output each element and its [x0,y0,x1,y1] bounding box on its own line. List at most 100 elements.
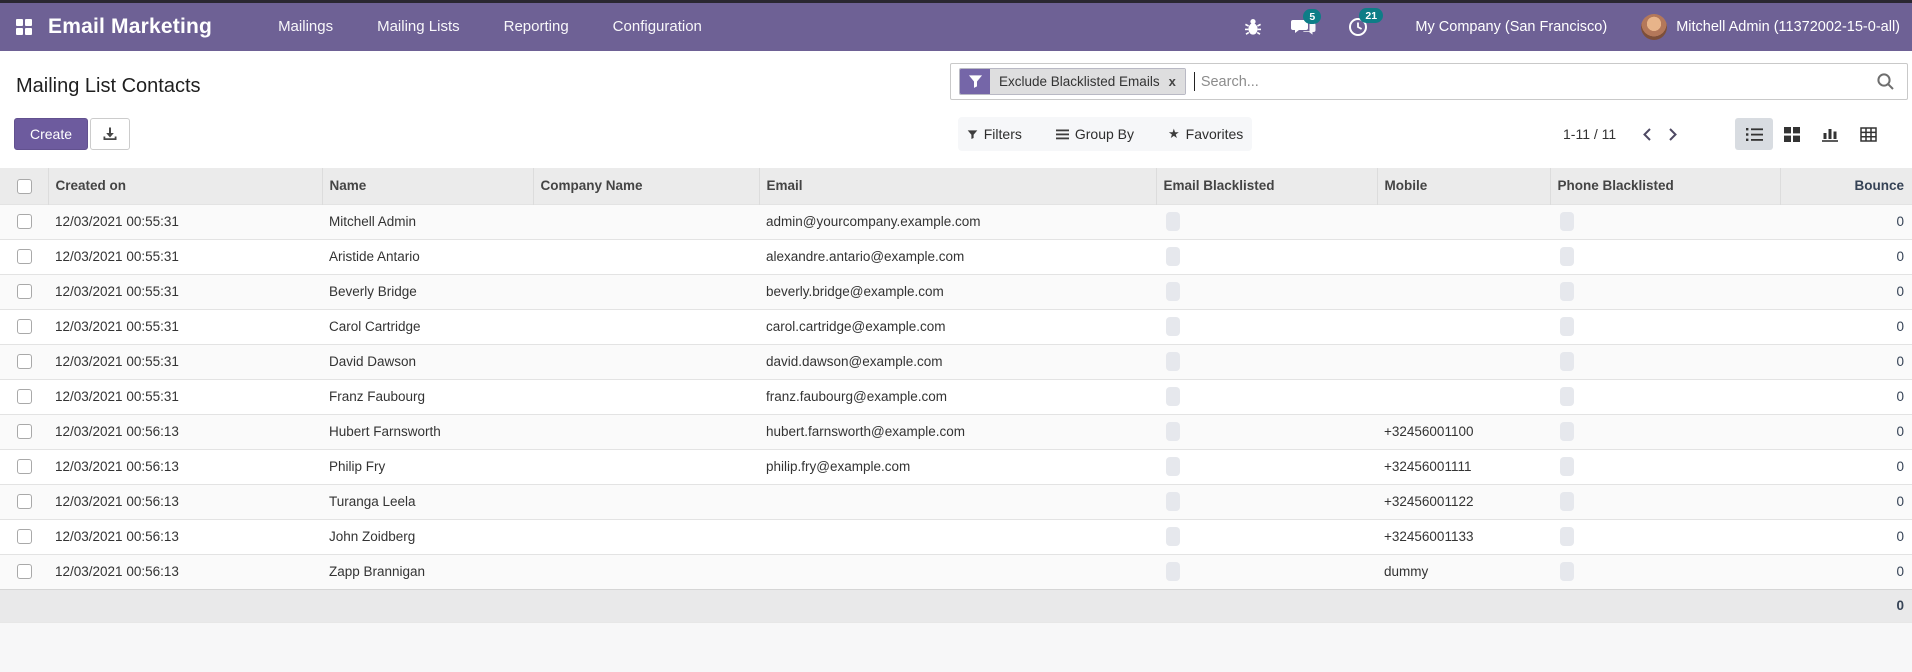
row-checkbox[interactable] [0,274,48,309]
table-row[interactable]: 12/03/2021 00:56:13 Philip Fry philip.fry@… [0,449,1912,484]
export-button[interactable] [90,118,130,150]
messages-icon[interactable]: 5 [1291,9,1322,37]
row-checkbox[interactable] [0,414,48,449]
row-checkbox[interactable] [0,554,48,589]
user-menu[interactable]: Mitchell Admin (11372002-15-0-all) [1641,14,1900,40]
facet-remove-icon[interactable]: x [1163,69,1185,94]
cell-created-on: 12/03/2021 00:55:31 [55,284,179,299]
column-header-company-name[interactable]: Company Name [533,168,760,205]
kanban-view-button[interactable] [1773,118,1811,150]
group-by-button[interactable]: Group By [1055,126,1134,142]
disabled-checkbox [1166,527,1180,546]
cell-name: Mitchell Admin [329,214,417,229]
search-options: Filters Group By ★ Favorites [958,117,1252,151]
cell-created-on: 12/03/2021 00:55:31 [55,319,179,334]
column-header-bounce[interactable]: Bounce [1780,168,1912,205]
cell-created-on: 12/03/2021 00:55:31 [55,249,179,264]
table-row[interactable]: 12/03/2021 00:55:31 Beverly Bridge beverly… [0,274,1912,309]
cell-email: carol.cartridge@example.com [766,319,946,334]
row-checkbox[interactable] [0,379,48,414]
disabled-checkbox [1560,457,1574,476]
user-name: Mitchell Admin (11372002-15-0-all) [1676,19,1900,35]
cell-mobile: +32456001100 [1384,424,1474,439]
download-icon [102,126,118,142]
cell-mobile: +32456001133 [1384,529,1474,544]
debug-bug-icon[interactable] [1243,17,1263,37]
table-row[interactable]: 12/03/2021 00:56:13 Turanga Leela +3245600… [0,484,1912,519]
cell-email-blacklisted [1156,519,1377,554]
row-checkbox[interactable] [0,449,48,484]
table-row[interactable]: 12/03/2021 00:56:13 John Zoidberg +3245600… [0,519,1912,554]
cell-name: Beverly Bridge [329,284,417,299]
favorites-star-icon: ★ [1168,126,1180,141]
pivot-view-icon [1859,126,1877,142]
table-header-row: Created on Name Company Name Email Email… [0,168,1912,205]
table-row[interactable]: 12/03/2021 00:55:31 Mitchell Admin admin@y… [0,204,1912,239]
activities-clock-icon[interactable]: 21 [1347,8,1384,38]
column-header-phone-blacklisted[interactable]: Phone Blacklisted [1550,168,1781,205]
create-button[interactable]: Create [14,118,88,150]
table-row[interactable]: 12/03/2021 00:55:31 Franz Faubourg franz.f… [0,379,1912,414]
disabled-checkbox [1166,457,1180,476]
cell-email-blacklisted [1156,484,1377,519]
cell-email: hubert.farnsworth@example.com [766,424,966,439]
search-bar[interactable]: Exclude Blacklisted Emails x [950,63,1908,100]
disabled-checkbox [1560,422,1574,441]
column-header-mobile[interactable]: Mobile [1377,168,1551,205]
navbar: Email Marketing Mailings Mailing Lists R… [0,3,1912,51]
cell-company-name [533,204,759,239]
table-row[interactable]: 12/03/2021 00:56:13 Zapp Brannigan dummy 0 [0,554,1912,589]
cell-created-on: 12/03/2021 00:56:13 [55,459,179,474]
cell-company-name [533,344,759,379]
column-header-name[interactable]: Name [322,168,534,205]
search-icon[interactable] [1876,72,1895,91]
list-view-button[interactable] [1735,118,1773,150]
favorites-button[interactable]: ★ Favorites [1168,126,1243,142]
disabled-checkbox [1166,492,1180,511]
app-title[interactable]: Email Marketing [48,15,212,39]
disabled-checkbox [1166,212,1180,231]
cell-phone-blacklisted [1550,309,1780,344]
column-header-email-blacklisted[interactable]: Email Blacklisted [1156,168,1378,205]
group-by-bars-icon [1055,129,1069,140]
cell-phone-blacklisted [1550,414,1780,449]
next-page-button[interactable] [1660,127,1686,142]
cell-bounce: 0 [1896,529,1904,544]
nav-item-mailing-lists[interactable]: Mailing Lists [355,3,482,51]
nav-item-reporting[interactable]: Reporting [482,3,591,51]
row-checkbox[interactable] [0,484,48,519]
cell-phone-blacklisted [1550,554,1780,589]
cell-bounce: 0 [1896,564,1904,579]
column-header-created-on[interactable]: Created on [48,168,323,205]
column-header-email[interactable]: Email [759,168,1157,205]
cell-company-name [533,519,759,554]
disabled-checkbox [1560,282,1574,301]
row-checkbox[interactable] [0,344,48,379]
cell-mobile: dummy [1384,564,1429,579]
nav-item-mailings[interactable]: Mailings [256,3,355,51]
search-input[interactable] [1194,73,1876,90]
table-row[interactable]: 12/03/2021 00:55:31 Carol Cartridge carol.… [0,309,1912,344]
disabled-checkbox [1166,317,1180,336]
row-checkbox[interactable] [0,309,48,344]
table-row[interactable]: 12/03/2021 00:56:13 Hubert Farnsworth hube… [0,414,1912,449]
filters-button[interactable]: Filters [967,126,1022,142]
previous-page-button[interactable] [1634,127,1660,142]
company-switcher[interactable]: My Company (San Francisco) [1415,19,1607,35]
table-row[interactable]: 12/03/2021 00:55:31 Aristide Antario alexa… [0,239,1912,274]
pivot-view-button[interactable] [1849,118,1887,150]
row-checkbox[interactable] [0,519,48,554]
select-all-checkbox[interactable] [0,168,49,205]
pager-range[interactable]: 1-11 / 11 [1563,126,1616,142]
pager: 1-11 / 11 [1563,117,1686,151]
cell-bounce: 0 [1896,249,1904,264]
nav-item-configuration[interactable]: Configuration [591,3,724,51]
nav-menus: Mailings Mailing Lists Reporting Configu… [256,3,724,51]
page-title: Mailing List Contacts [16,75,201,97]
graph-view-button[interactable] [1811,118,1849,150]
table-row[interactable]: 12/03/2021 00:55:31 David Dawson david.daw… [0,344,1912,379]
apps-grid-icon[interactable] [14,17,34,37]
cell-name: Zapp Brannigan [329,564,426,579]
row-checkbox[interactable] [0,204,48,239]
row-checkbox[interactable] [0,239,48,274]
